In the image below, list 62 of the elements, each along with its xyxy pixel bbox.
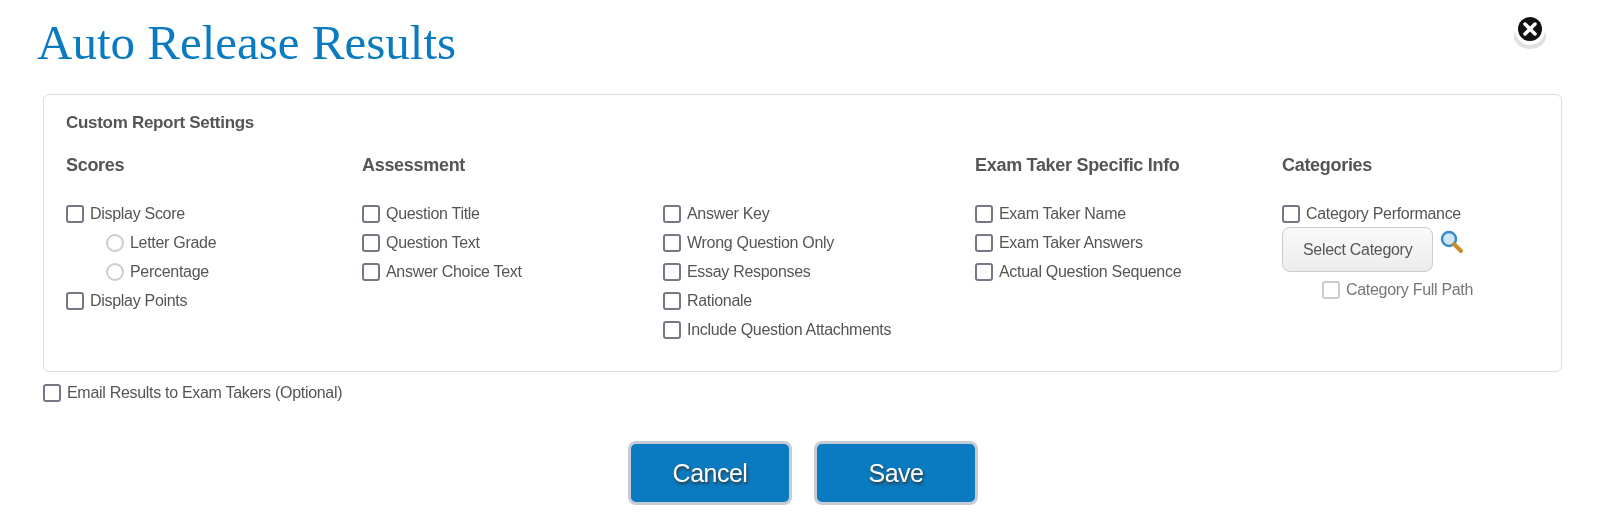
radio-button[interactable] bbox=[106, 233, 124, 252]
checkbox[interactable] bbox=[66, 204, 84, 223]
section-heading: Categories bbox=[1282, 155, 1373, 177]
checkbox-label: Exam Taker Answers bbox=[999, 233, 1143, 252]
checkbox-option[interactable]: Answer Key bbox=[663, 199, 975, 228]
checkbox[interactable] bbox=[975, 204, 993, 223]
checkbox-label: Email Results to Exam Takers (Optional) bbox=[67, 383, 343, 402]
checkbox[interactable] bbox=[663, 233, 681, 252]
checkbox-label: Rationale bbox=[687, 291, 752, 310]
checkbox[interactable] bbox=[975, 262, 993, 281]
checkbox[interactable] bbox=[663, 291, 681, 310]
checkbox-option[interactable]: Wrong Question Only bbox=[663, 228, 975, 257]
checkbox-option[interactable]: Display Points bbox=[66, 286, 362, 315]
checkbox-label: Question Text bbox=[386, 233, 480, 252]
radio-button[interactable] bbox=[106, 262, 124, 281]
checkbox-option[interactable]: Exam Taker Name bbox=[975, 199, 1282, 228]
radio-label: Percentage bbox=[130, 262, 209, 281]
checkbox-option[interactable]: Email Results to Exam Takers (Optional) bbox=[43, 378, 1563, 407]
checkbox[interactable] bbox=[66, 291, 84, 310]
checkbox-option[interactable]: Actual Question Sequence bbox=[975, 257, 1282, 286]
checkbox-option[interactable]: Question Title bbox=[362, 199, 663, 228]
radio-option[interactable]: Percentage bbox=[106, 257, 362, 286]
checkbox-label: Display Score bbox=[90, 204, 185, 223]
section-heading: Assessment bbox=[362, 155, 466, 177]
section-heading: Scores bbox=[66, 155, 125, 177]
checkbox-label: Answer Key bbox=[687, 204, 770, 223]
checkbox[interactable] bbox=[362, 262, 380, 281]
checkbox-label: Actual Question Sequence bbox=[999, 262, 1182, 281]
section-heading: Exam Taker Specific Info bbox=[975, 155, 1180, 177]
checkbox-label: Answer Choice Text bbox=[386, 262, 522, 281]
checkbox[interactable] bbox=[43, 383, 61, 402]
checkbox[interactable] bbox=[663, 204, 681, 223]
cancel-button[interactable]: Cancel bbox=[628, 441, 792, 505]
search-icon[interactable] bbox=[1439, 229, 1466, 255]
checkbox[interactable] bbox=[362, 233, 380, 252]
checkbox-label: Category Performance bbox=[1306, 204, 1461, 223]
checkbox-label: Question Title bbox=[386, 204, 480, 223]
checkbox-label: Category Full Path bbox=[1346, 280, 1474, 299]
checkbox-option[interactable]: Rationale bbox=[663, 286, 975, 315]
checkbox[interactable] bbox=[663, 262, 681, 281]
checkbox-label: Wrong Question Only bbox=[687, 233, 834, 252]
checkbox[interactable] bbox=[1282, 204, 1300, 223]
save-button[interactable]: Save bbox=[814, 441, 978, 505]
checkbox-option[interactable]: Answer Choice Text bbox=[362, 257, 663, 286]
checkbox-option[interactable]: Category Performance bbox=[1282, 199, 1561, 228]
checkbox-label: Display Points bbox=[90, 291, 188, 310]
checkbox-option[interactable]: Question Text bbox=[362, 228, 663, 257]
checkbox-option[interactable]: Essay Responses bbox=[663, 257, 975, 286]
checkbox[interactable] bbox=[663, 320, 681, 339]
checkbox-option[interactable]: Display Score bbox=[66, 199, 362, 228]
checkbox[interactable] bbox=[362, 204, 380, 223]
checkbox-option[interactable]: Include Question Attachments bbox=[663, 315, 975, 344]
dialog-title: Auto Release Results bbox=[37, 14, 457, 72]
checkbox-option[interactable]: Exam Taker Answers bbox=[975, 228, 1282, 257]
checkbox-label: Exam Taker Name bbox=[999, 204, 1126, 223]
checkbox-label: Include Question Attachments bbox=[687, 320, 892, 339]
checkbox-label: Essay Responses bbox=[687, 262, 811, 281]
select-category-button[interactable]: Select Category bbox=[1282, 227, 1434, 272]
radio-label: Letter Grade bbox=[130, 233, 217, 252]
panel-title: Custom Report Settings bbox=[66, 113, 254, 133]
radio-option[interactable]: Letter Grade bbox=[106, 228, 362, 257]
checkbox[interactable] bbox=[975, 233, 993, 252]
